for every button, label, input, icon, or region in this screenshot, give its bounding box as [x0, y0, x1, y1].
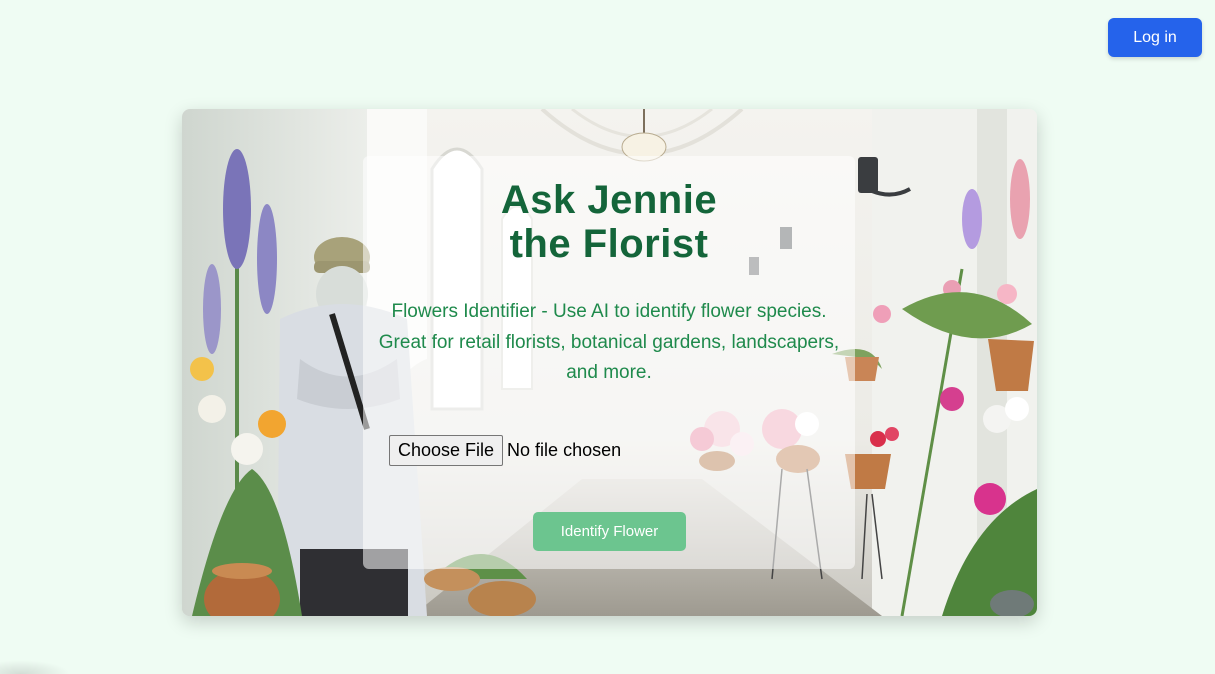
file-input[interactable]: Choose File No file chosen: [389, 435, 621, 466]
choose-file-button[interactable]: Choose File: [389, 435, 504, 466]
file-status-text: No file chosen: [507, 440, 622, 460]
identifier-panel: Ask Jennie the Florist Flowers Identifie…: [363, 156, 855, 569]
title-line-2: the Florist: [509, 222, 709, 266]
identify-flower-button[interactable]: Identify Flower: [533, 512, 686, 551]
title-line-1: Ask Jennie: [500, 178, 718, 222]
hero-card: Ask Jennie the Florist Flowers Identifie…: [182, 109, 1037, 616]
page-title: Ask Jennie the Florist: [363, 178, 855, 266]
description-text: Flowers Identifier - Use AI to identify …: [378, 301, 840, 383]
login-button[interactable]: Log in: [1108, 18, 1202, 57]
corner-shadow: [0, 660, 70, 674]
